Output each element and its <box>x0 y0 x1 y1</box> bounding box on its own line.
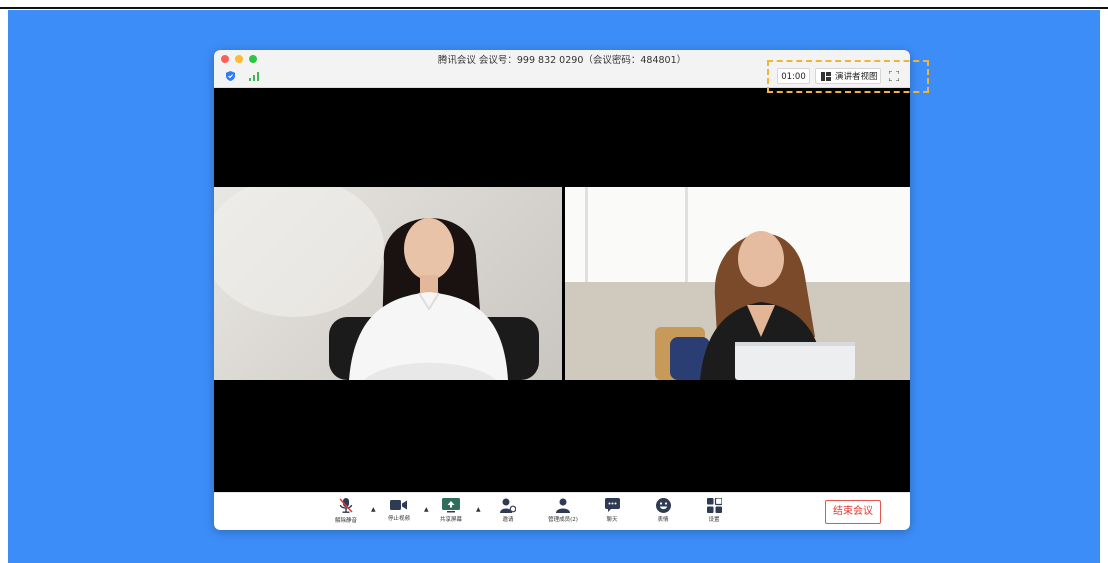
end-meeting-button[interactable]: 结束会议 <box>825 500 881 524</box>
top-rule <box>0 7 1108 9</box>
chat-label: 聊天 <box>606 517 618 523</box>
chat-icon <box>604 498 620 512</box>
emoji-icon <box>655 498 671 513</box>
video-options-caret[interactable]: ▲ <box>424 506 429 513</box>
share-screen-icon <box>442 498 460 513</box>
share-screen-label: 共享屏幕 <box>439 517 462 523</box>
settings-label: 设置 <box>708 517 720 523</box>
participant-video-1[interactable] <box>214 187 562 380</box>
share-options-caret[interactable]: ▲ <box>476 506 481 513</box>
members-icon <box>556 498 570 513</box>
reactions-label: 表情 <box>657 517 669 523</box>
invite-button[interactable]: 邀请 <box>486 498 530 523</box>
manage-members-button[interactable]: 管理成员(2) <box>539 498 587 523</box>
microphone-muted-icon <box>339 498 353 513</box>
unmute-label: 解除静音 <box>334 518 357 524</box>
unmute-button[interactable]: 解除静音 <box>324 498 368 524</box>
participant-video-2[interactable] <box>565 187 910 380</box>
signal-icon[interactable] <box>249 72 259 81</box>
audio-options-caret[interactable]: ▲ <box>371 506 376 513</box>
settings-button[interactable]: 设置 <box>692 498 736 523</box>
camera-icon <box>390 500 407 510</box>
participant-2-image <box>565 187 910 380</box>
meeting-window: 腾讯会议 会议号：999 832 0290（会议密码：484801） 01:00… <box>214 50 910 530</box>
chat-button[interactable]: 聊天 <box>590 498 634 523</box>
settings-grid-icon <box>706 498 722 513</box>
manage-members-label: 管理成员(2) <box>548 517 578 523</box>
video-area <box>214 88 910 492</box>
invite-icon <box>500 498 516 513</box>
highlight-callout <box>767 60 929 93</box>
stop-video-button[interactable]: 停止视频 <box>377 498 421 522</box>
invite-label: 邀请 <box>502 517 514 523</box>
participant-1-image <box>214 187 539 380</box>
stop-video-label: 停止视频 <box>387 516 410 522</box>
reactions-button[interactable]: 表情 <box>641 498 685 523</box>
share-screen-button[interactable]: 共享屏幕 <box>429 498 473 523</box>
meeting-toolbar: 解除静音 ▲ 停止视频 ▲ 共享屏幕 ▲ 邀请 管理成员(2) 聊天 表情 设置 <box>214 492 910 530</box>
shield-icon[interactable] <box>226 71 235 81</box>
